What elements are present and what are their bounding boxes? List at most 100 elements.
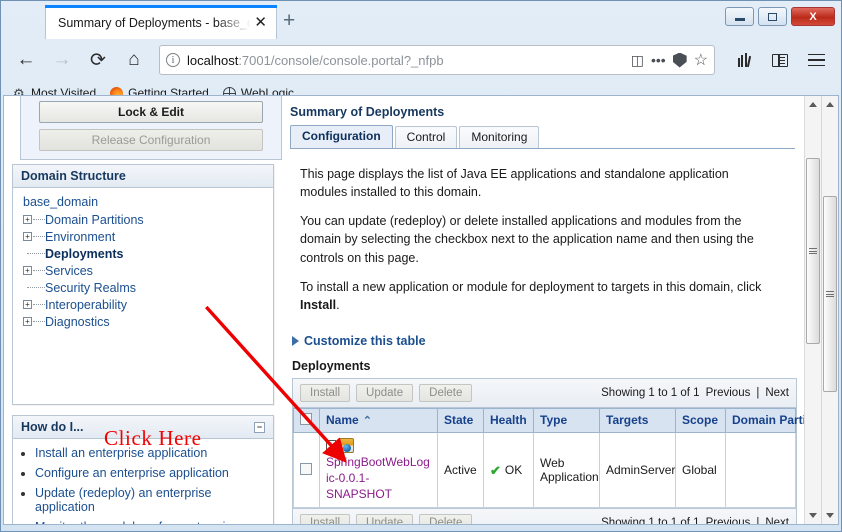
description-paragraph-2: You can update (redeploy) or delete inst… (300, 214, 754, 265)
sidebar-toggle-button[interactable] (763, 43, 797, 77)
customize-table-link[interactable]: Customize this table (282, 325, 797, 348)
list-item[interactable]: Monitor the modules of an enterprise (35, 520, 265, 524)
lock-and-edit-button[interactable]: Lock & Edit (39, 101, 263, 123)
update-button-bottom[interactable]: Update (356, 514, 414, 524)
cell-type: Web Application (533, 431, 600, 509)
scroll-down-button[interactable] (805, 507, 821, 524)
back-button[interactable]: ← (9, 43, 43, 77)
expand-icon[interactable]: + (23, 232, 45, 241)
tree-item-domain-partitions[interactable]: + Domain Partitions (21, 211, 265, 228)
tree-item-interoperability[interactable]: + Interoperability (21, 296, 265, 313)
expand-icon[interactable]: + (23, 300, 45, 309)
hamburger-icon (807, 53, 825, 67)
expand-icon[interactable]: + (23, 317, 45, 326)
column-header-targets[interactable]: Targets (599, 407, 676, 433)
tree-item-label: Domain Partitions (45, 212, 144, 227)
reader-view-icon[interactable]: ◫ (631, 52, 644, 69)
reload-button[interactable]: ⟳ (81, 43, 115, 77)
application-icon (339, 437, 354, 453)
console-scrollbar[interactable] (804, 96, 821, 524)
scroll-thumb[interactable] (823, 196, 837, 392)
deployment-name-link[interactable]: SpringBootWebLogic-0.0.1-SNAPSHOT (326, 455, 430, 501)
new-tab-button[interactable]: + (283, 10, 295, 31)
tree-item-services[interactable]: + Services (21, 262, 265, 279)
expand-icon[interactable]: + (23, 266, 45, 275)
install-button-bottom[interactable]: Install (300, 514, 351, 524)
row-checkbox[interactable] (300, 462, 312, 475)
collapse-icon[interactable]: − (254, 421, 265, 433)
cell-state: Active (437, 431, 484, 509)
tree-item-diagnostics[interactable]: + Diagnostics (21, 313, 265, 330)
tree-item-deployments[interactable]: Deployments (21, 245, 265, 262)
scroll-thumb[interactable] (806, 158, 820, 344)
change-center-panel: Lock & Edit Release Configuration (20, 96, 282, 160)
browser-scrollbar[interactable] (821, 96, 838, 524)
bookmark-star-icon[interactable]: ☆ (694, 50, 708, 70)
select-all-header[interactable] (293, 407, 320, 433)
description-paragraph-1: This page displays the list of Java EE a… (300, 167, 729, 200)
table-toolbar-bottom: Install Update Delete Showing 1 to 1 of … (293, 508, 796, 524)
home-button[interactable]: ⌂ (117, 43, 151, 77)
column-header-domain-partition[interactable]: Domain Partition (725, 407, 821, 433)
url-input[interactable]: localhost:7001/console/console.portal?_n… (187, 53, 624, 68)
install-instruction-prefix: To install a new application or module f… (300, 279, 762, 294)
column-header-state[interactable]: State (437, 407, 484, 433)
customize-table-label: Customize this table (304, 333, 426, 348)
tree-item-label: Services (45, 263, 93, 278)
previous-link[interactable]: Previous (706, 517, 751, 524)
delete-button-bottom[interactable]: Delete (419, 514, 473, 524)
close-icon[interactable]: ✕ (251, 15, 270, 30)
select-all-checkbox[interactable] (300, 412, 312, 425)
close-window-button[interactable]: X (791, 7, 835, 26)
domain-structure-header: Domain Structure (13, 165, 273, 188)
forward-button[interactable]: → (45, 43, 79, 77)
install-keyword: Install (300, 297, 337, 312)
scroll-up-button[interactable] (805, 96, 821, 113)
library-button[interactable] (727, 43, 761, 77)
page-actions-icon[interactable]: ••• (651, 52, 666, 68)
pagination-top: Showing 1 to 1 of 1 Previous | Next (601, 387, 789, 399)
install-button[interactable]: Install (300, 383, 351, 402)
scroll-up-button[interactable] (822, 96, 838, 113)
minimize-button[interactable] (725, 7, 754, 26)
tree-item-environment[interactable]: + Environment (21, 228, 265, 245)
app-menu-button[interactable] (799, 43, 833, 77)
address-bar[interactable]: i localhost:7001/console/console.portal?… (159, 45, 715, 75)
page-info-icon[interactable]: i (166, 53, 180, 67)
previous-link[interactable]: Previous (706, 387, 751, 399)
tab-monitoring[interactable]: Monitoring (459, 126, 540, 148)
check-icon: ✔ (490, 462, 501, 478)
list-item[interactable]: Configure an enterprise application (35, 466, 265, 480)
tree-item-label: Security Realms (45, 280, 136, 295)
expand-icon[interactable]: + (23, 215, 45, 224)
tab-control[interactable]: Control (394, 126, 458, 148)
how-do-i-link: Configure an enterprise application (35, 466, 229, 480)
table-row: + SpringBootWebLogic-0.0.1-SNAPSHOT Acti… (293, 431, 796, 509)
expand-icon[interactable]: + (326, 440, 336, 451)
update-button[interactable]: Update (356, 383, 414, 402)
domain-structure-panel: Domain Structure base_domain + Domain Pa… (12, 164, 274, 405)
tree-root-base-domain[interactable]: base_domain (21, 194, 265, 211)
column-header-health[interactable]: Health (483, 407, 534, 433)
triangle-down-icon (826, 513, 834, 518)
scroll-down-button[interactable] (822, 507, 838, 524)
triangle-up-icon (809, 102, 817, 107)
shield-icon[interactable] (672, 52, 687, 68)
next-link[interactable]: Next (765, 517, 789, 524)
cell-health: ✔ OK (483, 431, 534, 509)
tree-item-security-realms[interactable]: Security Realms (21, 279, 265, 296)
list-item[interactable]: Update (redeploy) an enterprise applicat… (35, 486, 265, 514)
browser-tab[interactable]: Summary of Deployments - base_domain ✕ (45, 5, 277, 39)
navigation-toolbar: ← → ⟳ ⌂ i localhost:7001/console/console… (1, 39, 841, 81)
pagination-separator: | (756, 517, 760, 524)
domain-structure-tree: base_domain + Domain Partitions + Enviro… (13, 188, 273, 404)
delete-button[interactable]: Delete (419, 383, 473, 402)
column-header-name[interactable]: Name ⌃ (319, 407, 438, 433)
row-select-cell[interactable] (293, 431, 320, 509)
column-header-scope[interactable]: Scope (675, 407, 726, 433)
tab-configuration[interactable]: Configuration (290, 125, 393, 148)
next-link[interactable]: Next (765, 387, 789, 399)
column-header-type[interactable]: Type (533, 407, 600, 433)
page-title: Summary of Deployments (290, 105, 445, 119)
maximize-button[interactable] (758, 7, 787, 26)
